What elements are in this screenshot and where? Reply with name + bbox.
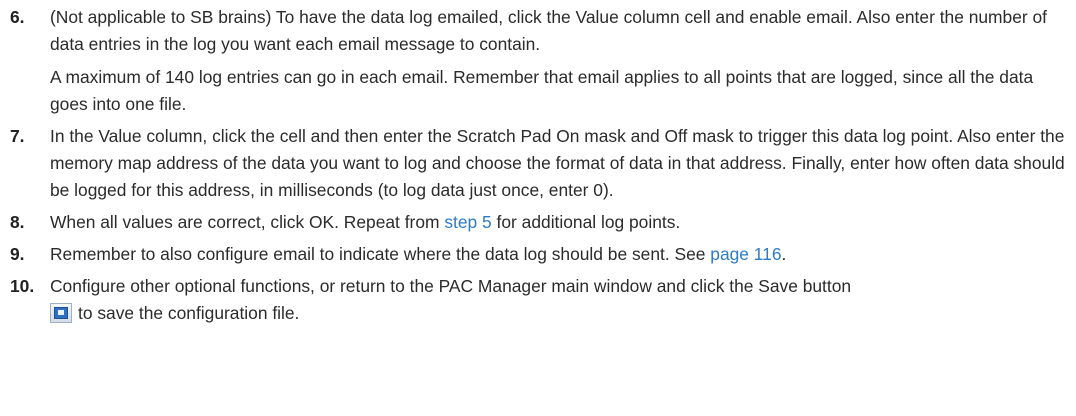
step-text-start: When all values are correct, click OK. R… (50, 212, 445, 232)
step-text-start: Remember to also configure email to indi… (50, 244, 711, 264)
step-text: When all values are correct, click OK. R… (50, 209, 1066, 236)
step-note: A maximum of 140 log entries can go in e… (50, 67, 1034, 114)
step-text: In the Value column, click the cell and … (50, 126, 1065, 200)
step-number: 8. (10, 212, 25, 232)
step-text: (Not applicable to SB brains) To have th… (50, 7, 1047, 54)
page-116-link[interactable]: page 116 (710, 244, 781, 264)
document-page: 6. (Not applicable to SB brains) To have… (0, 0, 1076, 416)
step-number: 6. (10, 7, 25, 27)
step-7: 7. In the Value column, click the cell a… (10, 123, 1066, 204)
step-text-end: to save the configuration file. (78, 303, 300, 323)
step-number: 9. (10, 244, 25, 264)
step-5-link[interactable]: step 5 (444, 212, 491, 232)
step-text-end: for additional log points. (491, 212, 681, 232)
step-number: 10. (10, 276, 35, 296)
step-6: 6. (Not applicable to SB brains) To have… (10, 4, 1066, 118)
step-text-end: . (781, 244, 787, 264)
step-text: Remember to also configure email to indi… (50, 241, 1066, 268)
step-10: 10. Configure other optional functions, … (10, 273, 1066, 327)
step-text-start: Configure other optional functions, or r… (50, 276, 852, 296)
procedure-steps: 6. (Not applicable to SB brains) To have… (10, 4, 1066, 327)
step-text: Configure other optional functions, or r… (50, 273, 1066, 327)
step-number: 7. (10, 126, 25, 146)
step-8: 8. When all values are correct, click OK… (10, 209, 1066, 236)
save-icon[interactable] (50, 303, 72, 323)
step-9: 9. Remember to also configure email to i… (10, 241, 1066, 268)
